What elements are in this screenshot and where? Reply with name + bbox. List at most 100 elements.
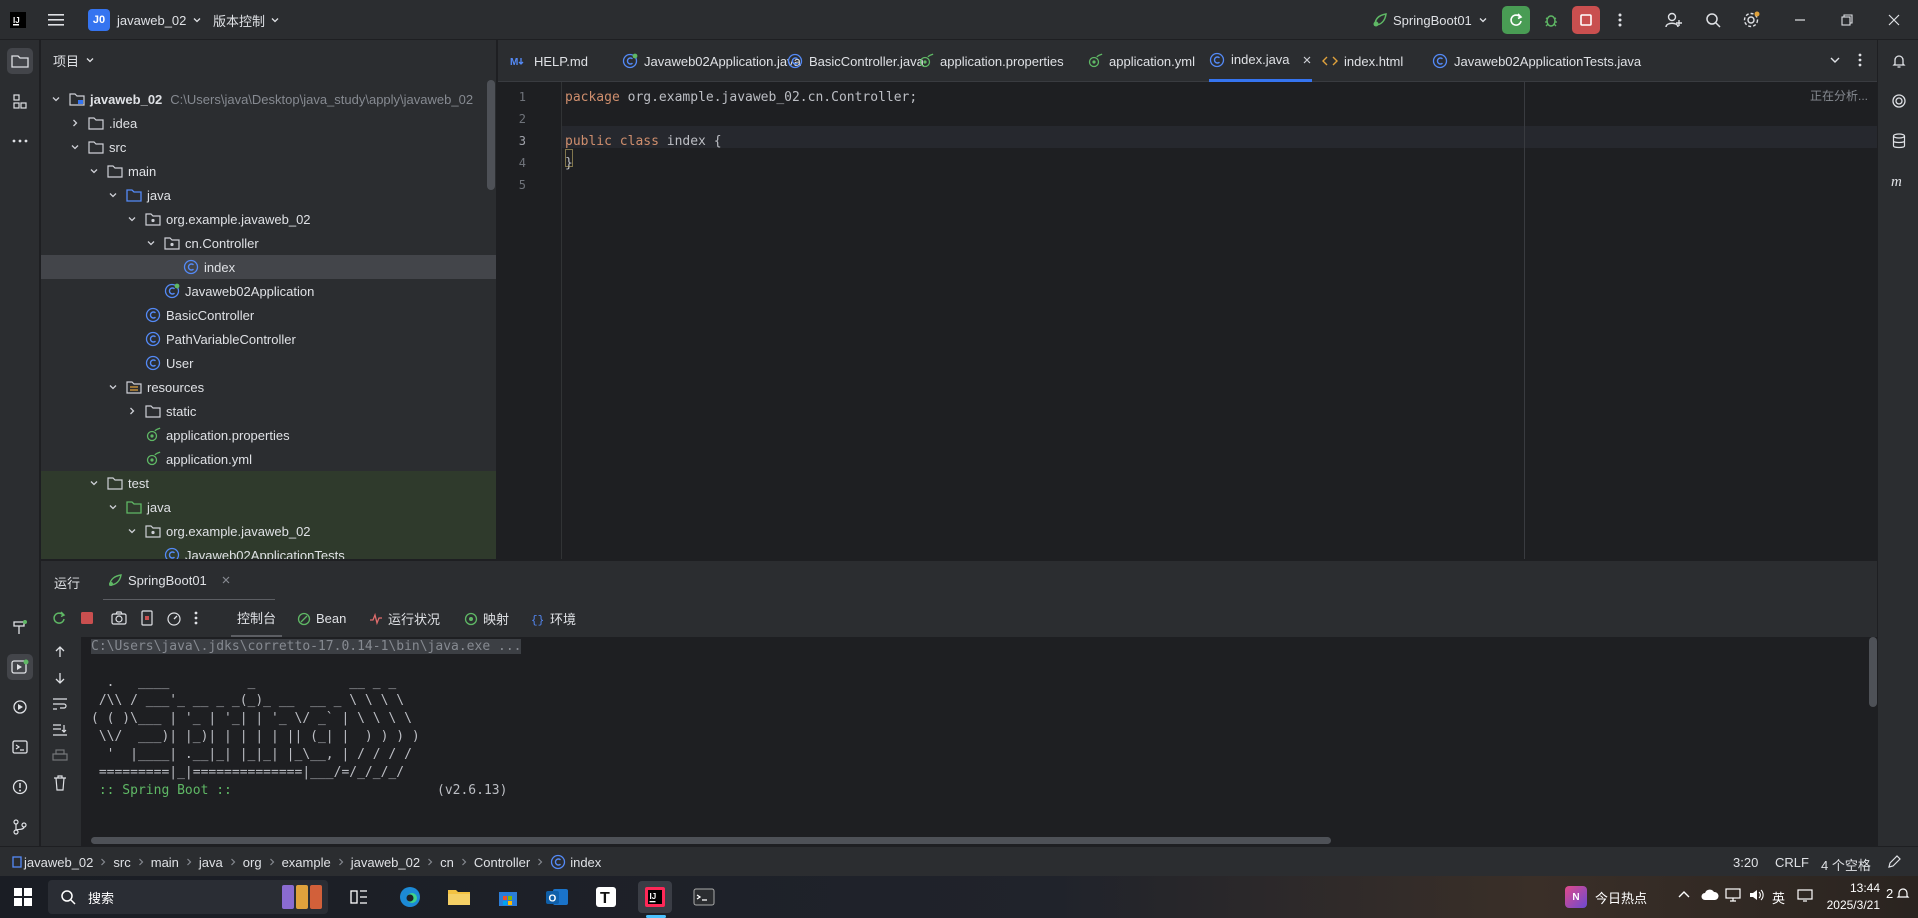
run-subtab[interactable]: {} 环境 bbox=[531, 600, 576, 637]
chevron-down-icon[interactable] bbox=[125, 212, 139, 226]
file-explorer-taskbar-icon[interactable] bbox=[442, 881, 476, 913]
breadcrumb-item[interactable]: javaweb_02 bbox=[351, 855, 420, 870]
start-button[interactable] bbox=[6, 881, 40, 913]
close-icon[interactable] bbox=[1302, 55, 1312, 65]
tree-item[interactable]: Javaweb02ApplicationTests bbox=[41, 543, 496, 559]
database-tool-button[interactable] bbox=[1886, 128, 1912, 154]
profiler-button[interactable] bbox=[166, 610, 182, 626]
tree-item[interactable]: Javaweb02Application bbox=[41, 279, 496, 303]
edge-taskbar-icon[interactable] bbox=[393, 881, 427, 913]
line-ending[interactable]: CRLF bbox=[1775, 855, 1809, 870]
debug-button[interactable] bbox=[1537, 6, 1565, 34]
project-panel-header[interactable]: 项目 bbox=[53, 40, 95, 80]
more-actions-button[interactable] bbox=[1606, 6, 1634, 34]
tree-item[interactable]: BasicController bbox=[41, 303, 496, 327]
console-output[interactable]: C:\Users\java\.jdks\corretto-17.0.14-1\b… bbox=[81, 637, 1877, 846]
tree-item[interactable]: .idea bbox=[41, 111, 496, 135]
editor-tab[interactable]: application.properties bbox=[918, 40, 1064, 82]
tree-item[interactable]: org.example.javaweb_02 bbox=[41, 207, 496, 231]
vcs-menu[interactable]: 版本控制 bbox=[213, 0, 280, 40]
maven-tool-button[interactable]: m bbox=[1886, 168, 1912, 194]
run-tab-springboot01[interactable]: SpringBoot01 bbox=[103, 561, 275, 601]
services-tool-button[interactable] bbox=[7, 694, 33, 720]
breadcrumb-item[interactable]: main bbox=[151, 855, 179, 870]
editor-tab[interactable]: BasicController.java bbox=[787, 40, 924, 82]
breadcrumb-item[interactable]: example bbox=[282, 855, 331, 870]
tree-item[interactable]: java bbox=[41, 183, 496, 207]
breadcrumb-item[interactable]: Controller bbox=[474, 855, 530, 870]
clock[interactable]: 13:44 2025/3/21 bbox=[1820, 880, 1880, 914]
breadcrumb-item[interactable]: index bbox=[570, 855, 601, 870]
console-hscrollbar[interactable] bbox=[91, 837, 1331, 844]
tab-more-button[interactable] bbox=[1858, 53, 1862, 67]
notifications-tool-button[interactable] bbox=[1886, 48, 1912, 74]
tree-item[interactable]: src bbox=[41, 135, 496, 159]
close-window-button[interactable] bbox=[1880, 6, 1908, 34]
scroll-down-button[interactable] bbox=[53, 671, 67, 685]
terminal-tool-button[interactable] bbox=[7, 734, 33, 760]
tree-item[interactable]: index bbox=[41, 255, 496, 279]
volume-tray-icon[interactable] bbox=[1749, 888, 1765, 902]
settings-button[interactable] bbox=[1737, 6, 1765, 34]
stop-button[interactable] bbox=[1572, 6, 1600, 34]
project-tool-button[interactable] bbox=[7, 48, 33, 74]
dump-threads-button[interactable] bbox=[139, 610, 155, 626]
structure-tool-button[interactable] bbox=[7, 88, 33, 114]
chevron-down-icon[interactable] bbox=[106, 188, 120, 202]
intellij-taskbar-icon[interactable]: IJ bbox=[638, 881, 672, 913]
breadcrumb-item[interactable]: cn bbox=[440, 855, 454, 870]
microsoft-store-taskbar-icon[interactable] bbox=[491, 881, 525, 913]
tree-item[interactable]: org.example.javaweb_02 bbox=[41, 519, 496, 543]
chevron-down-icon[interactable] bbox=[68, 140, 82, 154]
run-more-button[interactable] bbox=[194, 610, 198, 626]
rerun-button[interactable] bbox=[1502, 6, 1530, 34]
minimize-button[interactable] bbox=[1786, 6, 1814, 34]
run-subtab[interactable]: 运行状况 bbox=[369, 600, 440, 637]
editor-tab[interactable]: M HELP.md bbox=[510, 40, 588, 82]
intellij-logo-icon[interactable]: IJ bbox=[10, 0, 26, 40]
tree-item[interactable]: main bbox=[41, 159, 496, 183]
editor-tab[interactable]: index.java bbox=[1209, 40, 1312, 82]
editor-tab[interactable]: application.yml bbox=[1087, 40, 1195, 82]
caret-position[interactable]: 3:20 bbox=[1733, 855, 1758, 870]
onedrive-tray-icon[interactable] bbox=[1701, 888, 1719, 902]
ai-assistant-tool-button[interactable] bbox=[1886, 88, 1912, 114]
search-everywhere-button[interactable] bbox=[1699, 6, 1727, 34]
clear-console-button[interactable] bbox=[53, 775, 67, 791]
problems-tool-button[interactable] bbox=[7, 774, 33, 800]
chevron-down-icon[interactable] bbox=[144, 236, 158, 250]
rerun-icon-button[interactable] bbox=[51, 610, 67, 626]
run-tool-button[interactable] bbox=[7, 654, 33, 680]
editor-tab[interactable]: Javaweb02Application.java bbox=[622, 40, 801, 82]
indent-setting[interactable]: 4 个空格 bbox=[1821, 855, 1871, 874]
project-switcher[interactable]: J0 javaweb_02 bbox=[88, 0, 202, 40]
tree-item[interactable]: resources bbox=[41, 375, 496, 399]
main-menu-button[interactable] bbox=[48, 0, 64, 40]
scroll-to-end-button[interactable] bbox=[52, 723, 68, 737]
print-button[interactable] bbox=[52, 749, 68, 763]
tree-item[interactable]: cn.Controller bbox=[41, 231, 496, 255]
chevron-down-icon[interactable] bbox=[106, 500, 120, 514]
chevron-right-icon[interactable] bbox=[68, 116, 82, 130]
tab-list-button[interactable] bbox=[1828, 53, 1842, 67]
soft-wrap-button[interactable] bbox=[52, 697, 68, 711]
tree-item[interactable]: test bbox=[41, 471, 496, 495]
console-vscrollbar[interactable] bbox=[1869, 637, 1877, 707]
stop-icon-button[interactable] bbox=[79, 610, 95, 626]
notification-center-button[interactable]: 2 bbox=[1886, 886, 1910, 901]
tree-item[interactable]: application.yml bbox=[41, 447, 496, 471]
chevron-down-icon[interactable] bbox=[49, 92, 63, 106]
code-with-me-button[interactable] bbox=[1660, 6, 1688, 34]
outlook-taskbar-icon[interactable]: O bbox=[540, 881, 574, 913]
git-tool-button[interactable] bbox=[7, 814, 33, 840]
breadcrumb-item[interactable]: java bbox=[199, 855, 223, 870]
run-subtab[interactable]: 控制台 bbox=[231, 600, 283, 637]
run-subtab[interactable]: Bean bbox=[297, 600, 346, 637]
build-tool-button[interactable] bbox=[7, 614, 33, 640]
display-tray-icon[interactable] bbox=[1725, 888, 1741, 902]
taskbar-search-box[interactable]: 搜索 bbox=[48, 880, 328, 914]
chevron-down-icon[interactable] bbox=[87, 476, 101, 490]
breadcrumb-item[interactable]: javaweb_02 bbox=[24, 855, 93, 870]
breadcrumb-item[interactable]: org bbox=[243, 855, 262, 870]
tree-item[interactable]: application.properties bbox=[41, 423, 496, 447]
